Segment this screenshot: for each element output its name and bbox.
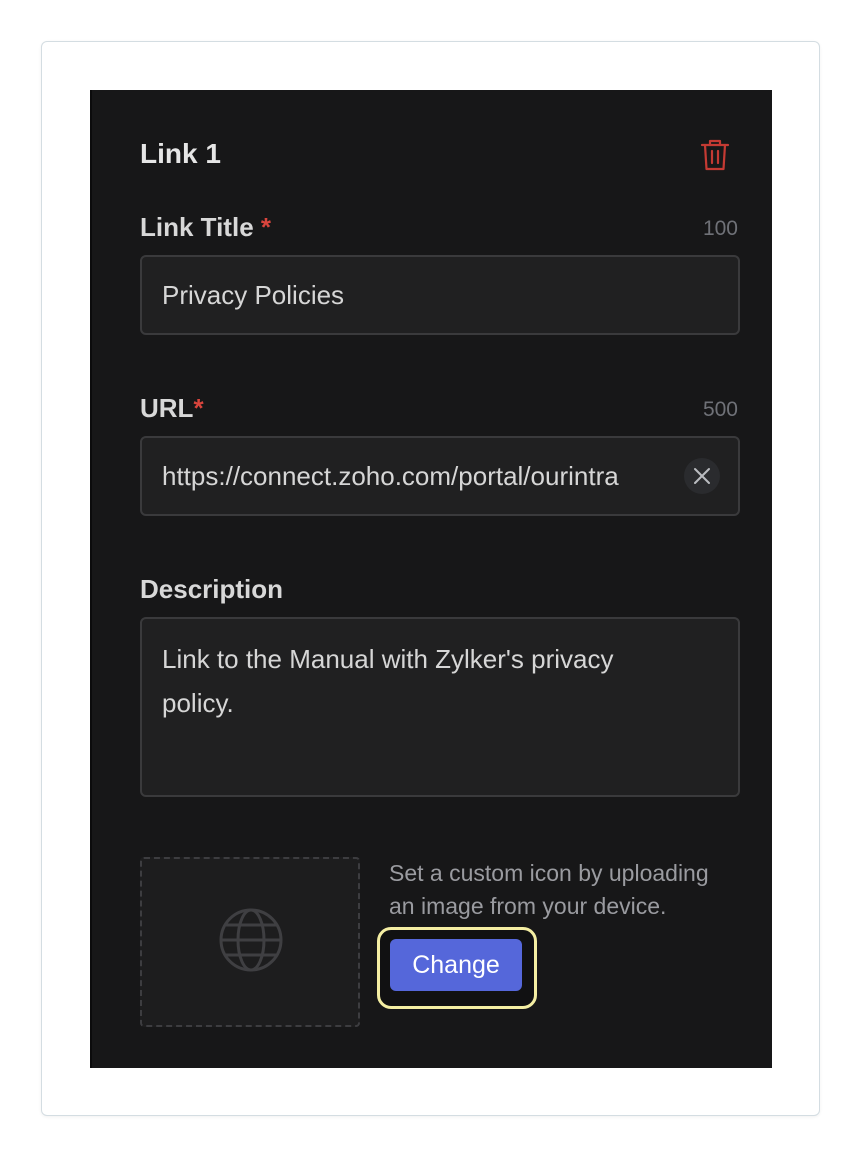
clear-url-button[interactable]	[684, 458, 720, 494]
url-label-text: URL	[140, 393, 194, 423]
url-char-limit: 500	[702, 398, 738, 421]
close-icon	[694, 468, 710, 484]
description-textarea[interactable]: Link to the Manual with Zylker's privacy…	[140, 617, 740, 797]
url-input[interactable]: https://connect.zoho.com/portal/ourintra	[140, 436, 740, 516]
url-label: URL*	[140, 391, 204, 425]
change-button[interactable]: Change	[390, 939, 522, 991]
link-title-value: Privacy Policies	[162, 280, 345, 310]
link-title-char-limit: 100	[702, 217, 738, 240]
link-card: Link 1 Link Title * 100 Privacy Policies…	[90, 90, 772, 1068]
required-mark: *	[193, 393, 204, 423]
link-title-label: Link Title *	[140, 210, 271, 244]
description-label: Description	[140, 574, 284, 604]
trash-icon[interactable]	[700, 138, 730, 172]
card-title: Link 1	[140, 138, 221, 169]
link-title-input[interactable]: Privacy Policies	[140, 255, 740, 335]
link-title-label-text: Link Title	[140, 212, 254, 242]
globe-icon	[219, 908, 283, 972]
icon-preview	[140, 857, 360, 1027]
url-value: https://connect.zoho.com/portal/ourintra	[162, 461, 619, 491]
custom-icon-hint: Set a custom icon by uploading an image …	[389, 860, 709, 919]
change-button-highlight: Change	[377, 927, 537, 1009]
description-value: Link to the Manual with Zylker's privacy…	[162, 644, 614, 718]
required-mark: *	[260, 212, 272, 242]
